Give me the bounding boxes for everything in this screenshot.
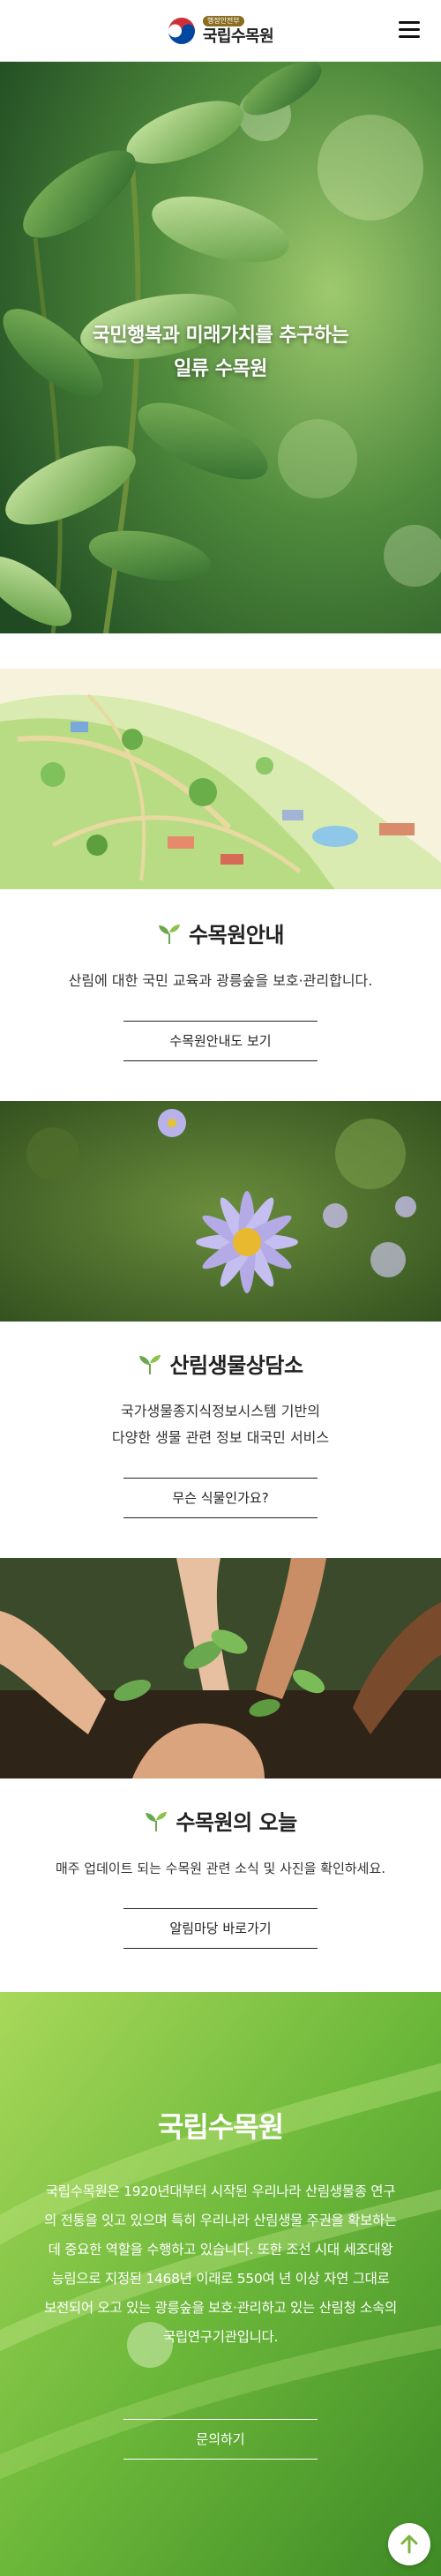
page: 행정안전부 국립수목원 국민행복과 미래가치를 추구하는 일류 수목원 수목원안…	[0, 0, 441, 2576]
section-title-text: 수목원안내	[189, 923, 284, 947]
section-desc: 산림에 대한 국민 교육과 광릉숲을 보호·관리합니다.	[0, 968, 441, 994]
notice-board-button[interactable]: 알림마당 바로가기	[123, 1908, 318, 1949]
contact-button[interactable]: 문의하기	[123, 2419, 318, 2460]
desc-line: 매주 업데이트 되는 수목원 관련 소식 및 사진을 확인하세요.	[55, 1861, 386, 1876]
hero-line-1: 국민행복과 미래가치를 추구하는	[92, 325, 349, 347]
section-title: 산림생물상담소	[138, 1348, 303, 1379]
hands-planting-image	[0, 1558, 441, 1778]
flower-image	[0, 1101, 441, 1322]
site-logo[interactable]: 행정안전부 국립수목원	[168, 16, 274, 46]
arboretum-today-section: 수목원의 오늘 매주 업데이트 되는 수목원 관련 소식 및 사진을 확인하세요…	[0, 1805, 441, 1949]
hero-banner: 국민행복과 미래가치를 추구하는 일류 수목원	[0, 62, 441, 633]
about-description: 국립수목원은 1920년대부터 시작된 우리나라 산림생물종 연구의 전통을 잇…	[44, 2183, 397, 2345]
section-title: 수목원의 오늘	[144, 1805, 297, 1836]
header: 행정안전부 국립수목원	[0, 0, 441, 62]
taegeuk-emblem-icon	[168, 17, 196, 45]
desc-line: 다양한 생물 관련 정보 대국민 서비스	[111, 1429, 330, 1446]
hero-headline: 국민행복과 미래가치를 추구하는 일류 수목원	[0, 319, 441, 386]
scroll-top-button[interactable]	[388, 2523, 430, 2565]
arrow-up-icon	[400, 2535, 418, 2554]
forest-bio-consulting-section: 산림생물상담소 국가생물종지식정보시스템 기반의 다양한 생물 관련 정보 대국…	[0, 1348, 441, 1518]
arboretum-info-section: 수목원안내 산림에 대한 국민 교육과 광릉숲을 보호·관리합니다. 수목원안내…	[0, 917, 441, 1061]
desc-line: 국가생물종지식정보시스템 기반의	[121, 1403, 320, 1419]
logo-name: 국립수목원	[202, 27, 274, 46]
about-title: 국립수목원	[157, 2110, 284, 2144]
about-section: 국립수목원 국립수목원은 1920년대부터 시작된 우리나라 산림생물종 연구의…	[0, 1992, 441, 2576]
arboretum-map-image[interactable]	[0, 669, 441, 889]
sprout-icon	[159, 924, 181, 944]
logo-tag: 행정안전부	[202, 16, 244, 26]
hamburger-menu-icon[interactable]	[399, 21, 420, 39]
section-desc: 매주 업데이트 되는 수목원 관련 소식 및 사진을 확인하세요.	[0, 1855, 441, 1882]
section-desc: 국가생물종지식정보시스템 기반의 다양한 생물 관련 정보 대국민 서비스	[0, 1398, 441, 1451]
sprout-icon	[139, 1354, 161, 1374]
view-map-button[interactable]: 수목원안내도 보기	[123, 1021, 318, 1061]
sprout-icon	[146, 1811, 168, 1831]
section-title: 수목원안내	[157, 917, 284, 948]
section-title-text: 수목원의 오늘	[176, 1810, 297, 1835]
hero-line-2: 일류 수목원	[174, 358, 267, 380]
desc-line: 산림에 대한 국민 교육과 광릉숲을 보호·관리합니다.	[68, 972, 373, 989]
section-title-text: 산림생물상담소	[169, 1353, 303, 1378]
plant-identify-button[interactable]: 무슨 식물인가요?	[123, 1478, 318, 1518]
